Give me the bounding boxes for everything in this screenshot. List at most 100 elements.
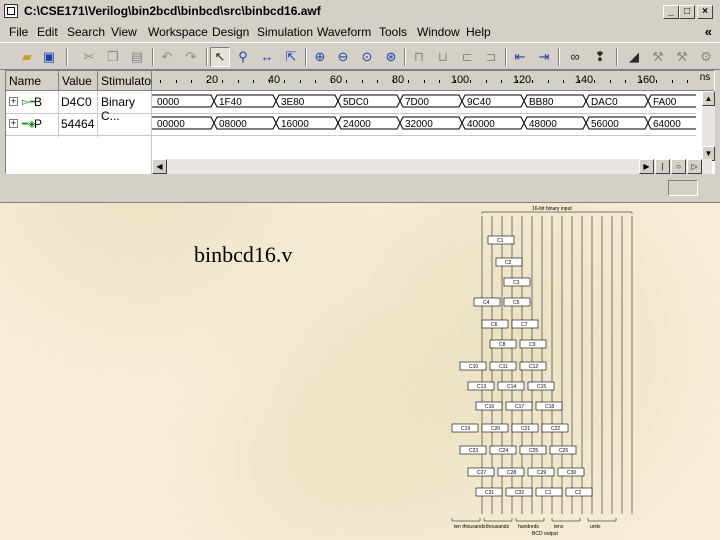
copy-icon[interactable]: ❐ <box>103 47 123 67</box>
ruler-tick <box>656 80 657 83</box>
ruler-tick <box>594 80 595 83</box>
cell-label: C25 <box>529 448 538 454</box>
next-edge-icon[interactable]: ⇥ <box>534 47 554 67</box>
zoom-icon[interactable]: ⚲ <box>233 47 253 67</box>
maximize-button[interactable]: □ <box>679 5 695 19</box>
ruler-tick <box>455 80 456 83</box>
cut-icon[interactable]: ✂ <box>79 47 99 67</box>
menu-edit[interactable]: Edit <box>37 25 58 39</box>
ruler-tick <box>486 80 487 83</box>
options-icon[interactable]: ⚙ <box>696 47 716 67</box>
cell-label: C19 <box>461 426 470 432</box>
menu-search[interactable]: Search <box>67 25 105 39</box>
output-bracket <box>551 518 581 522</box>
bus-value-label: 40000 <box>467 119 495 130</box>
redo-icon[interactable]: ↷ <box>181 47 201 67</box>
menu-help[interactable]: Help <box>466 25 491 39</box>
stim-icon[interactable]: ⊏ <box>457 47 477 67</box>
cell-label: C16 <box>485 404 494 410</box>
ruler-tick <box>439 80 440 83</box>
signal-value: 54464 <box>61 117 95 131</box>
signal-row-b[interactable]: + ▻━ B D4C0 Binary C... <box>6 91 151 123</box>
breakpoint-icon[interactable]: ⚒ <box>648 47 668 67</box>
expand-icon[interactable]: + <box>9 119 18 128</box>
cell-label: C7 <box>521 322 528 328</box>
ruler-tick <box>300 80 301 83</box>
find-next-icon[interactable]: ❢ <box>590 47 610 67</box>
ruler-tick <box>470 80 471 83</box>
tools-icon[interactable]: ⚒ <box>672 47 692 67</box>
ruler-tick <box>253 80 254 83</box>
scroll-home-icon[interactable]: | <box>655 159 670 174</box>
ruler-tick <box>284 80 285 83</box>
menu-workspace[interactable]: Workspace <box>148 25 208 39</box>
ruler-tick <box>238 80 239 83</box>
output-group-label: tens <box>554 524 564 530</box>
zoom-in-icon[interactable]: ⊕ <box>310 47 330 67</box>
scroll-center-icon[interactable]: ○ <box>671 159 686 174</box>
scroll-left-icon[interactable]: ◀ <box>152 159 167 174</box>
probe-icon[interactable]: ◢ <box>624 47 644 67</box>
cell-label: C11 <box>499 364 508 370</box>
ruler-tick <box>207 80 208 83</box>
paste-icon[interactable]: ▤ <box>127 47 147 67</box>
ruler-tick <box>377 80 378 83</box>
scroll-up-icon[interactable]: ▲ <box>702 91 715 106</box>
cell-label: C2 <box>505 260 512 266</box>
ruler-tick <box>160 80 161 83</box>
measure-icon[interactable]: ↔ <box>257 47 277 67</box>
vertical-scrollbar[interactable]: ▲ ▼ <box>702 91 715 161</box>
menu-waveform[interactable]: Waveform <box>317 25 371 39</box>
bus-value-label: 1F40 <box>219 97 242 108</box>
bus-value-label: BB80 <box>529 97 554 108</box>
minimize-button[interactable]: _ <box>663 5 679 19</box>
value-column-header[interactable]: Value <box>59 71 98 91</box>
toolbar-separator <box>152 48 154 66</box>
cell-label: C8 <box>499 342 506 348</box>
close-button[interactable]: × <box>697 5 713 19</box>
prev-edge-icon[interactable]: ⇤ <box>510 47 530 67</box>
expand-icon[interactable]: + <box>9 97 18 106</box>
select-range-icon[interactable]: ⇱ <box>281 47 301 67</box>
bcd-converter-diagram: 16-bit binary input C1C2C3C4 C5C6 C7C8 C9C1… <box>451 206 633 537</box>
name-column-header[interactable]: Name <box>6 71 59 91</box>
edge-icon[interactable]: ⊔ <box>433 47 453 67</box>
menu-overflow-icon[interactable]: « <box>705 24 712 39</box>
zoom-area-icon[interactable]: ⊛ <box>381 47 401 67</box>
title-bar: C:\CSE171\Verilog\bin2bcd\binbcd\src\bin… <box>0 0 720 22</box>
diagram-footer: BCD output <box>532 531 558 537</box>
ruler-tick <box>579 80 580 83</box>
stimulator-column-header[interactable]: Stimulator <box>98 71 155 91</box>
horizontal-scrollbar[interactable]: ◀ ▶ | ○ ▷ <box>152 159 712 174</box>
menu-window[interactable]: Window <box>417 25 460 39</box>
undo-icon[interactable]: ↶ <box>157 47 177 67</box>
signal-value: D4C0 <box>61 95 92 109</box>
cell-label: C28 <box>507 470 516 476</box>
scroll-end-icon[interactable]: ▷ <box>687 159 702 174</box>
toolbar-separator <box>558 48 560 66</box>
menu-simulation[interactable]: Simulation <box>257 25 313 39</box>
menu-design[interactable]: Design <box>212 25 249 39</box>
cell-label: C10 <box>469 364 478 370</box>
zoom-out-icon[interactable]: ⊖ <box>333 47 353 67</box>
waveform-traces[interactable]: 0000 1F40 3E80 5DC0 7D00 9C40 BB80 DAC0 FA00 0000… <box>152 91 696 137</box>
window-title: C:\CSE171\Verilog\bin2bcd\binbcd\src\bin… <box>24 4 321 18</box>
ruler-tick <box>408 80 409 83</box>
bus-icon[interactable]: ⊓ <box>409 47 429 67</box>
cell-label: C30 <box>567 470 576 476</box>
menu-tools[interactable]: Tools <box>379 25 407 39</box>
menu-file[interactable]: File <box>9 25 28 39</box>
save-icon[interactable]: ▣ <box>39 47 59 67</box>
zoom-fit-icon[interactable]: ⊙ <box>357 47 377 67</box>
menu-bar: File Edit Search View Workspace Design S… <box>0 22 720 42</box>
menu-view[interactable]: View <box>111 25 137 39</box>
app-icon[interactable] <box>4 4 18 18</box>
binoculars-icon[interactable]: ∞ <box>565 47 585 67</box>
scroll-right-icon[interactable]: ▶ <box>639 159 654 174</box>
open-folder-icon[interactable]: ▰ <box>17 47 37 67</box>
time-ruler[interactable]: 20 40 60 80 100 120 140 160 <box>152 71 696 91</box>
signal-row-p[interactable]: + ━◈ P 54464 <box>6 113 151 135</box>
pointer-icon[interactable]: ↖ <box>210 47 230 67</box>
signal-icon[interactable]: ⊐ <box>481 47 501 67</box>
cell-label: C22 <box>551 426 560 432</box>
